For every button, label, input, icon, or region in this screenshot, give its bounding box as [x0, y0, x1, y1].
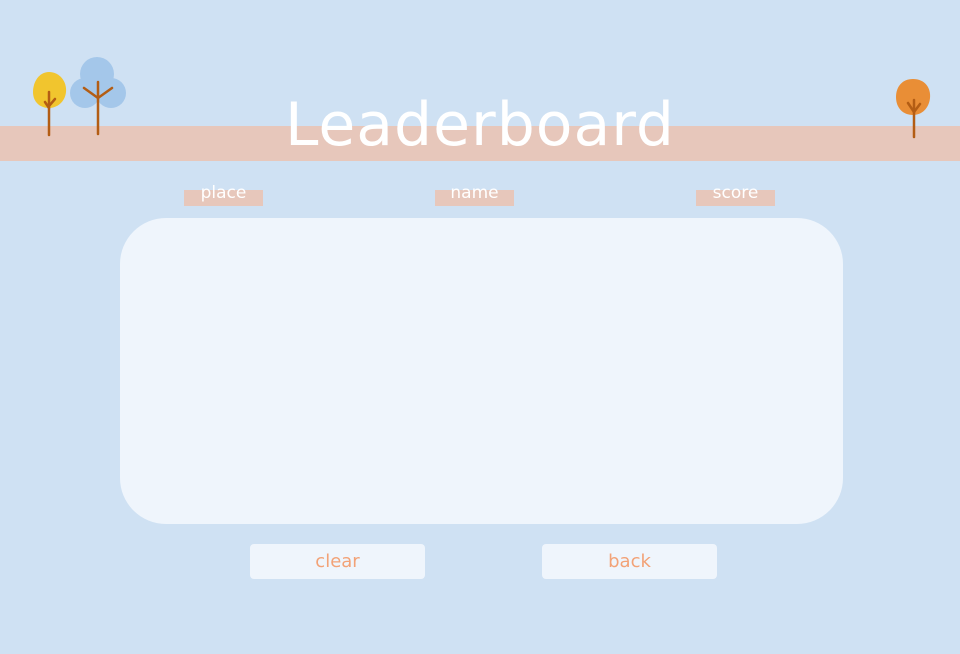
leaderboard-panel — [120, 218, 843, 524]
column-header-score-label: score — [712, 183, 759, 203]
column-header-name: name — [435, 183, 514, 206]
back-button[interactable]: back — [542, 544, 717, 579]
column-header-name-label: name — [450, 183, 499, 203]
clear-button[interactable]: clear — [250, 544, 425, 579]
column-header-score: score — [696, 183, 775, 206]
page-title: Leaderboard — [285, 90, 675, 160]
column-header-place: place — [184, 183, 263, 206]
column-header-place-label: place — [200, 183, 247, 203]
